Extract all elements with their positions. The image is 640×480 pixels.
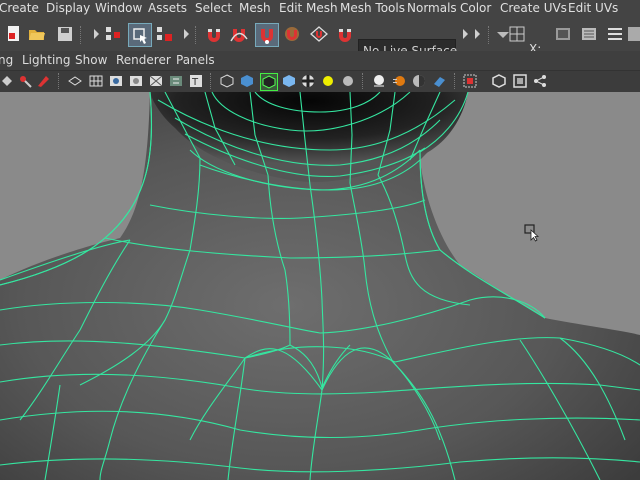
screen-space-ao-icon[interactable]: [372, 74, 386, 88]
xray-joints-icon[interactable]: [513, 74, 527, 88]
select-camera-icon[interactable]: [0, 74, 14, 88]
image-plane-icon[interactable]: [68, 74, 82, 88]
use-all-lights-icon[interactable]: [321, 74, 335, 88]
new-scene-icon[interactable]: [4, 25, 22, 43]
bookmarks-icon[interactable]: [36, 74, 50, 88]
mesh-wireframe: [0, 92, 640, 480]
wireframe-icon[interactable]: [220, 74, 234, 88]
xray-components-icon[interactable]: [533, 74, 547, 88]
panel-menu-show[interactable]: Show: [75, 53, 107, 67]
snap-to-point-icon[interactable]: [255, 23, 279, 47]
panel-menu-bar: ng Lighting Show Renderer Panels: [0, 51, 640, 70]
select-by-object-icon[interactable]: [128, 23, 152, 47]
wireframe-on-shaded-icon[interactable]: [260, 73, 278, 91]
status-line: No Live Surface X:: [0, 17, 640, 61]
render-view-icon[interactable]: [554, 25, 572, 43]
motion-blur-icon[interactable]: [392, 74, 406, 88]
collapse-arrow-icon[interactable]: [178, 25, 196, 43]
camera-attributes-icon[interactable]: [18, 74, 32, 88]
menu-create-uvs[interactable]: Create UVs: [500, 1, 567, 15]
separator: [454, 73, 457, 89]
menu-normals[interactable]: Normals: [407, 1, 457, 15]
menu-edit-uvs[interactable]: Edit UVs: [568, 1, 618, 15]
separator: [362, 73, 365, 89]
textured-icon[interactable]: [301, 74, 315, 88]
menu-mesh-tools[interactable]: Mesh Tools: [340, 1, 405, 15]
panel-menu-panels[interactable]: Panels: [176, 53, 215, 67]
main-menu-bar: Create Display Window Assets Select Mesh…: [0, 0, 640, 18]
gate-mask-icon[interactable]: [149, 74, 163, 88]
safe-action-icon[interactable]: T: [189, 74, 203, 88]
menu-display[interactable]: Display: [46, 1, 90, 15]
panel-menu-renderer[interactable]: Renderer: [116, 53, 171, 67]
make-live-icon[interactable]: [336, 25, 354, 43]
separator: [195, 26, 198, 44]
menu-select[interactable]: Select: [195, 1, 232, 15]
input-mode-icon[interactable]: [508, 25, 526, 43]
field-chart-icon[interactable]: [169, 74, 183, 88]
panel-menu-shading[interactable]: ng: [0, 53, 13, 67]
depth-of-field-icon[interactable]: [432, 74, 446, 88]
shadows-icon[interactable]: [341, 74, 355, 88]
select-by-component-icon[interactable]: [156, 25, 174, 43]
render-settings-icon[interactable]: [580, 25, 598, 43]
isolate-select-icon[interactable]: [463, 74, 477, 88]
save-scene-icon[interactable]: [56, 25, 74, 43]
svg-text:T: T: [191, 77, 199, 88]
attribute-editor-icon[interactable]: [626, 25, 640, 43]
panel-toolbar: T: [0, 70, 640, 93]
grid-icon[interactable]: [89, 74, 103, 88]
mouse-cursor-icon: [524, 224, 542, 242]
snap-to-projected-center-icon[interactable]: [283, 25, 301, 43]
panel-menu-lighting[interactable]: Lighting: [22, 53, 71, 67]
smooth-shade-icon[interactable]: [240, 74, 254, 88]
xray-icon[interactable]: [492, 74, 506, 88]
default-material-icon[interactable]: [282, 74, 296, 88]
list-settings-icon[interactable]: [606, 25, 624, 43]
open-scene-icon[interactable]: [28, 25, 46, 43]
snap-to-grid-icon[interactable]: [205, 25, 223, 43]
film-gate-icon[interactable]: [109, 74, 123, 88]
separator: [210, 73, 213, 89]
multisample-aa-icon[interactable]: [412, 74, 426, 88]
snap-to-view-plane-icon[interactable]: [310, 25, 328, 43]
resolution-gate-icon[interactable]: [129, 74, 143, 88]
menu-edit-mesh[interactable]: Edit Mesh: [279, 1, 338, 15]
viewport-3d[interactable]: [0, 92, 640, 480]
separator: [488, 26, 491, 44]
menu-assets[interactable]: Assets: [148, 1, 187, 15]
menu-window[interactable]: Window: [95, 1, 142, 15]
select-by-hierarchy-icon[interactable]: [104, 25, 122, 43]
menu-mesh[interactable]: Mesh: [239, 1, 271, 15]
separator: [80, 26, 83, 44]
collapse-arrow-icon[interactable]: [470, 25, 488, 43]
menu-create[interactable]: Create: [0, 1, 39, 15]
menu-color[interactable]: Color: [460, 1, 491, 15]
separator: [58, 73, 61, 89]
snap-to-curve-icon[interactable]: [230, 25, 248, 43]
